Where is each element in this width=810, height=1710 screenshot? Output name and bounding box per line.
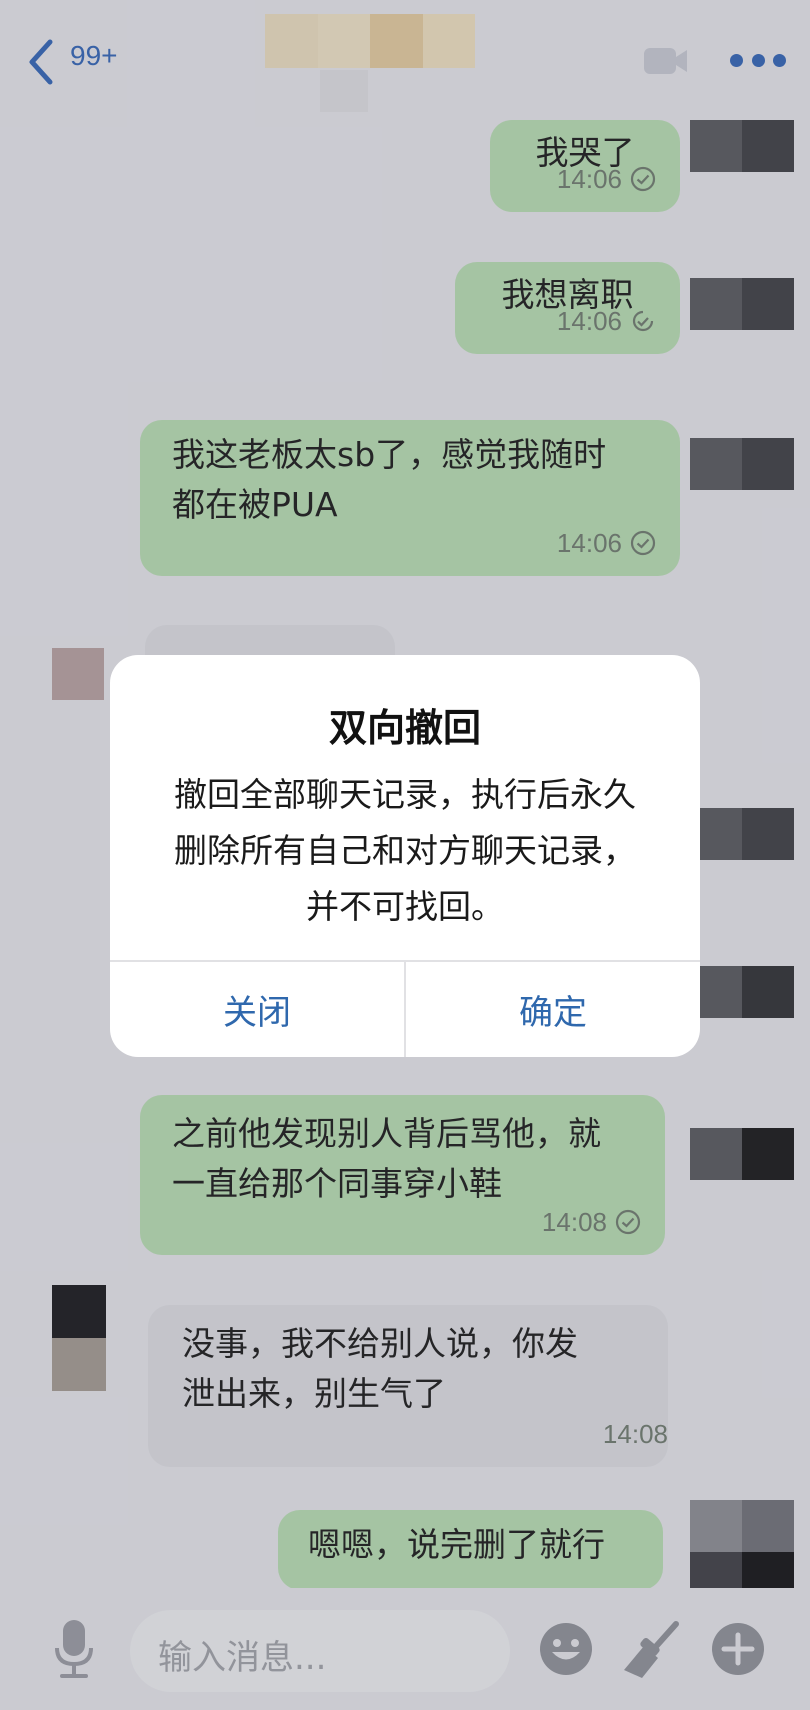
chat-screen: 99+ 我哭了 14:06 我想离职 14:06 我这老板太sb了，感觉我随时都…: [0, 0, 810, 1710]
confirm-button[interactable]: 确定: [406, 962, 700, 1057]
recall-dialog: 双向撤回 撤回全部聊天记录，执行后永久删除所有自己和对方聊天记录，并不可找回。 …: [110, 655, 700, 1057]
close-button[interactable]: 关闭: [110, 962, 404, 1057]
dialog-message: 撤回全部聊天记录，执行后永久删除所有自己和对方聊天记录，并不可找回。: [174, 775, 636, 926]
dialog-title: 双向撤回: [328, 706, 481, 750]
